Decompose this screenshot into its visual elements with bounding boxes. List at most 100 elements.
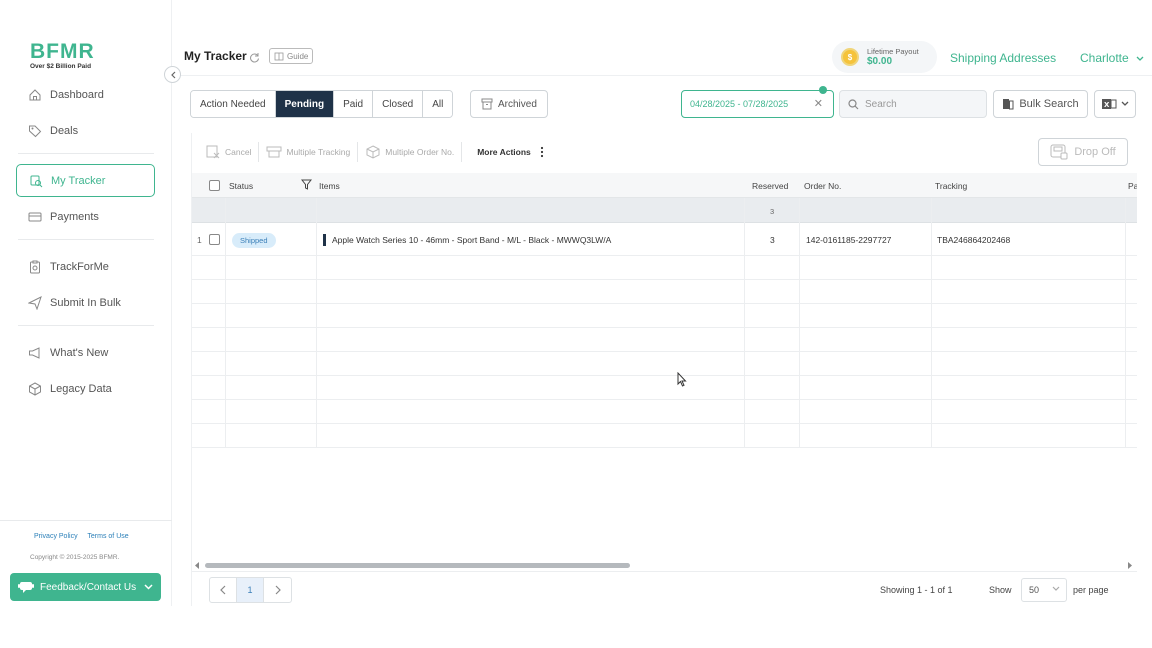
sidebar-item-label: Dashboard: [50, 88, 104, 101]
order-number[interactable]: 142-0161185-2297727: [806, 235, 891, 245]
pagination-bar: 1 Showing 1 - 1 of 1 Show 50 per page: [192, 571, 1137, 606]
column-header-status[interactable]: Status: [229, 181, 253, 191]
tracking-number[interactable]: TBA246864202468: [937, 235, 1010, 245]
horizontal-scrollbar[interactable]: [192, 560, 1137, 570]
sidebar-divider: [18, 239, 154, 240]
scrollbar-thumb[interactable]: [205, 563, 630, 568]
archive-icon: [481, 98, 493, 110]
feedback-button[interactable]: Feedback/Contact Us: [10, 573, 161, 601]
search-icon: [848, 98, 859, 109]
tab-paid[interactable]: Paid: [334, 91, 374, 117]
chat-icon: [18, 581, 34, 593]
sidebar-item-payments[interactable]: Payments: [16, 200, 155, 233]
page-number[interactable]: 1: [237, 578, 264, 602]
per-page-label: per page: [1073, 585, 1109, 595]
sidebar-item-label: What's New: [50, 346, 109, 359]
archived-label: Archived: [498, 98, 537, 110]
archived-button[interactable]: Archived: [470, 90, 548, 118]
summary-reserved: 3: [770, 207, 775, 216]
sidebar-item-deals[interactable]: Deals: [16, 114, 155, 147]
tab-pending[interactable]: Pending: [275, 91, 335, 117]
empty-row: [192, 280, 1137, 304]
bulk-search-button[interactable]: Bulk Search: [993, 90, 1088, 118]
column-divider: [1125, 198, 1126, 448]
refresh-icon[interactable]: [249, 50, 260, 68]
brand-name: BFMR: [30, 40, 95, 63]
sidebar-footer-links: Privacy Policy Terms of Use: [34, 533, 137, 540]
column-header-reserved[interactable]: Reserved: [752, 181, 788, 191]
sidebar-item-label: Submit In Bulk: [50, 296, 121, 309]
tab-closed[interactable]: Closed: [373, 91, 424, 117]
cancel-button[interactable]: Cancel: [199, 142, 260, 162]
brand-logo[interactable]: BFMR Over $2 Billion Paid: [30, 40, 95, 70]
filter-icon[interactable]: [300, 179, 313, 192]
scroll-right-icon[interactable]: [1127, 562, 1133, 569]
drop-off-button[interactable]: Drop Off: [1038, 138, 1128, 166]
guide-button[interactable]: Guide: [269, 48, 314, 64]
more-actions-button[interactable]: More Actions: [470, 142, 554, 162]
multiple-order-button[interactable]: Multiple Order No.: [358, 142, 463, 162]
prev-page-button[interactable]: [210, 578, 237, 602]
copyright-text: Copyright © 2015-2025 BFMR.: [30, 554, 120, 561]
column-header-order-no[interactable]: Order No.: [804, 181, 841, 191]
chevron-left-icon: [220, 585, 226, 595]
sidebar-item-label: Legacy Data: [50, 382, 112, 395]
pager: 1: [209, 577, 292, 603]
sidebar-item-trackforme[interactable]: TrackForMe: [16, 250, 155, 283]
select-all-checkbox[interactable]: [209, 180, 220, 191]
column-divider: [744, 198, 745, 448]
sidebar-divider: [18, 153, 154, 154]
brand-tagline: Over $2 Billion Paid: [30, 63, 92, 70]
export-excel-button[interactable]: X: [1094, 90, 1136, 118]
empty-row: [192, 304, 1137, 328]
app-window: BFMR Over $2 Billion Paid Dashboard Deal…: [0, 0, 1152, 606]
search-input[interactable]: Search: [839, 90, 987, 118]
user-menu[interactable]: Charlotte: [1080, 51, 1144, 65]
column-divider: [225, 198, 226, 448]
per-page-select[interactable]: 50: [1021, 578, 1067, 602]
column-divider: [799, 198, 800, 448]
search-placeholder: Search: [865, 98, 897, 110]
sidebar-item-dashboard[interactable]: Dashboard: [16, 78, 155, 111]
sidebar-item-whats-new[interactable]: What's New: [16, 336, 155, 369]
column-header-truncated[interactable]: Pa: [1128, 181, 1137, 191]
coin-icon: $: [841, 48, 859, 66]
clear-icon[interactable]: ✕: [814, 97, 823, 110]
sidebar-item-my-tracker[interactable]: My Tracker: [16, 164, 155, 197]
table-row[interactable]: 1 Shipped Apple Watch Series 10 - 46mm -…: [192, 223, 1137, 256]
tag-icon: [29, 125, 42, 137]
sidebar-item-submit-in-bulk[interactable]: Submit In Bulk: [16, 286, 155, 319]
tracker-table: Status Items Reserved Order No. Tracking…: [192, 173, 1137, 578]
column-header-tracking[interactable]: Tracking: [935, 181, 967, 191]
clipboard-icon: [30, 260, 40, 273]
item-description[interactable]: Apple Watch Series 10 - 46mm - Sport Ban…: [332, 235, 611, 245]
sidebar-item-label: TrackForMe: [50, 260, 109, 273]
multiple-tracking-button[interactable]: Multiple Tracking: [259, 142, 359, 162]
sidebar-item-legacy-data[interactable]: Legacy Data: [16, 372, 155, 405]
book-icon: [274, 52, 284, 60]
shipping-addresses-link[interactable]: Shipping Addresses: [950, 51, 1056, 65]
row-checkbox[interactable]: [209, 234, 220, 245]
feedback-label: Feedback/Contact Us: [40, 581, 137, 593]
tab-action-needed[interactable]: Action Needed: [191, 91, 276, 117]
empty-row: [192, 400, 1137, 424]
excel-icon: X: [1101, 99, 1116, 109]
terms-of-use-link[interactable]: Terms of Use: [87, 533, 128, 540]
sidebar-divider: [18, 325, 154, 326]
empty-row: [192, 256, 1137, 280]
privacy-policy-link[interactable]: Privacy Policy: [34, 533, 78, 540]
sidebar-item-label: Payments: [50, 210, 99, 223]
cancel-label: Cancel: [225, 147, 252, 157]
bulk-search-label: Bulk Search: [1019, 98, 1079, 110]
date-range-picker[interactable]: 04/28/2025 - 07/28/2025 ✕: [681, 90, 834, 118]
scroll-left-icon[interactable]: [194, 562, 200, 569]
row-index: 1: [197, 235, 202, 245]
sidebar-collapse-button[interactable]: [164, 66, 181, 83]
tab-all[interactable]: All: [423, 91, 453, 117]
next-page-button[interactable]: [264, 578, 291, 602]
empty-row: [192, 328, 1137, 352]
column-header-items[interactable]: Items: [319, 181, 340, 191]
cancel-icon: [206, 145, 220, 159]
chevron-right-icon: [275, 585, 281, 595]
card-icon: [28, 212, 42, 221]
